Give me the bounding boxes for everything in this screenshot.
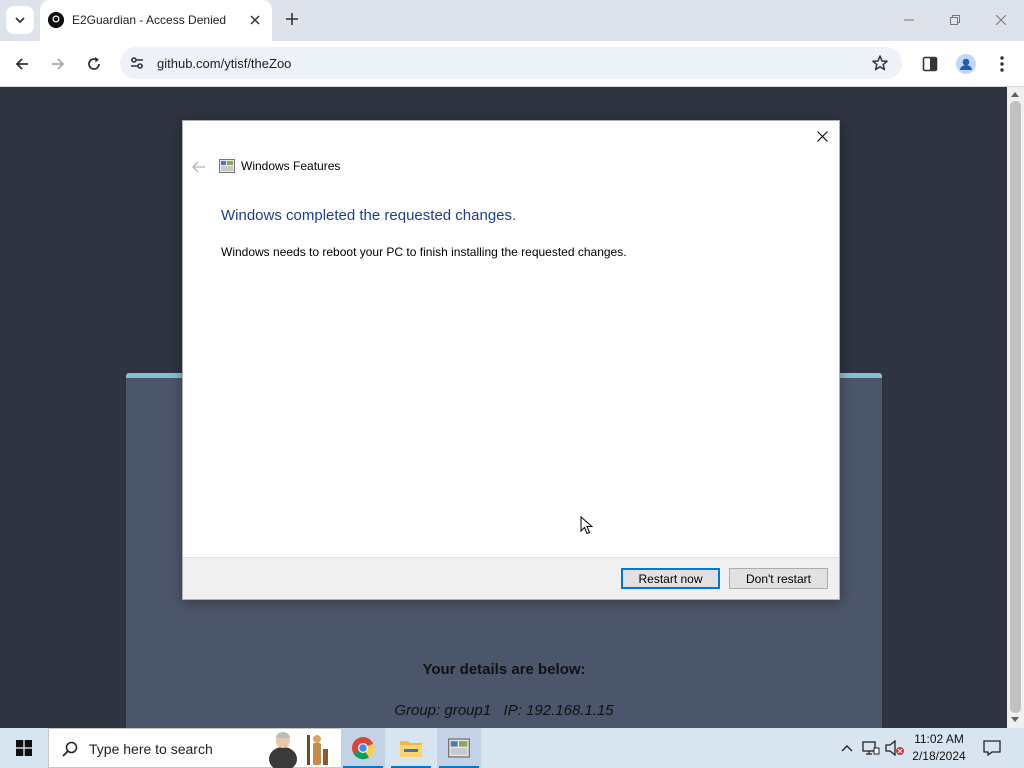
windows-features-dialog: Windows Features Windows completed the r… [182, 120, 840, 600]
new-tab-button[interactable] [282, 9, 302, 29]
windows-features-icon [448, 738, 470, 758]
tab-search-dropdown-button[interactable] [6, 6, 34, 34]
reload-icon [88, 57, 100, 70]
details-line: Group: group1 IP: 192.168.1.15 [394, 702, 614, 719]
search-placeholder: Type here to search [89, 741, 213, 757]
network-tray-button[interactable] [861, 728, 881, 768]
scroll-up-arrow-icon[interactable] [1011, 92, 1019, 97]
minimize-icon [904, 19, 914, 21]
taskbar-search-box[interactable]: Type here to search [48, 728, 344, 768]
mouse-cursor-icon [580, 516, 593, 535]
github-icon [48, 12, 64, 28]
details-heading: Your details are below: [422, 661, 586, 678]
tab-close-button[interactable] [246, 11, 264, 29]
plus-icon [286, 13, 298, 25]
profile-button[interactable] [952, 50, 980, 78]
arrow-right-icon [52, 58, 65, 70]
browser-toolbar: github.com/ytisf/theZoo [0, 41, 1024, 87]
restore-icon [950, 15, 960, 25]
clock-date: 2/18/2024 [912, 749, 966, 763]
search-highlight-illustration-icon [269, 732, 328, 768]
dialog-footer: Restart now Don't restart [183, 557, 839, 599]
volume-tray-button[interactable] [884, 728, 906, 768]
notifications-button[interactable] [980, 736, 1004, 760]
dont-restart-button[interactable]: Don't restart [729, 568, 828, 589]
dialog-message: Windows needs to reboot your PC to finis… [221, 245, 627, 259]
taskbar-file-explorer[interactable] [389, 728, 433, 768]
more-vert-icon [1000, 56, 1004, 72]
bookmark-button[interactable] [870, 53, 890, 73]
tab-title: E2Guardian - Access Denied [72, 13, 227, 27]
side-panel-button[interactable] [916, 50, 944, 78]
arrow-left-icon [192, 161, 205, 173]
tune-icon [131, 57, 143, 69]
clock-time: 11:02 AM [914, 732, 964, 746]
page-scrollbar[interactable] [1007, 87, 1024, 728]
back-button[interactable] [8, 50, 36, 78]
network-icon [862, 741, 880, 755]
restore-button[interactable] [940, 8, 970, 32]
search-icon [61, 740, 79, 758]
notification-icon [983, 740, 1001, 756]
scroll-down-arrow-icon[interactable] [1011, 717, 1019, 722]
dialog-heading: Windows completed the requested changes. [221, 207, 517, 224]
minimize-button[interactable] [894, 8, 924, 32]
address-bar[interactable]: github.com/ytisf/theZoo [120, 47, 902, 79]
menu-button[interactable] [988, 50, 1016, 78]
restart-now-button[interactable]: Restart now [621, 568, 720, 589]
site-info-button[interactable] [128, 54, 146, 72]
file-explorer-icon [400, 741, 422, 757]
chrome-icon [352, 737, 375, 760]
taskbar-chrome[interactable] [341, 728, 385, 768]
scroll-thumb[interactable] [1010, 101, 1021, 713]
taskbar-windows-features[interactable] [437, 728, 481, 768]
reload-button[interactable] [80, 50, 108, 78]
avatar-icon [956, 54, 976, 74]
arrow-left-icon [15, 58, 28, 70]
close-icon [816, 130, 828, 142]
dialog-app-title: Windows Features [241, 159, 341, 173]
taskbar-clock[interactable]: 11:02 AM 2/18/2024 [906, 731, 972, 765]
dialog-close-button[interactable] [811, 127, 833, 145]
chevron-up-icon [841, 745, 853, 752]
windows-features-icon [219, 159, 235, 173]
side-panel-icon [922, 56, 938, 72]
start-button[interactable] [0, 728, 48, 768]
tab-strip: E2Guardian - Access Denied [0, 0, 1024, 41]
close-icon [250, 15, 260, 25]
show-hidden-icons-button[interactable] [838, 728, 856, 768]
dialog-back-button[interactable] [191, 159, 207, 175]
taskbar: Type here to search 11:02 AM 2/18/2024 [0, 728, 1024, 768]
url-text[interactable]: github.com/ytisf/theZoo [157, 56, 291, 71]
chevron-down-icon [15, 17, 25, 24]
close-window-button[interactable] [986, 8, 1016, 32]
browser-tab[interactable]: E2Guardian - Access Denied [40, 0, 272, 41]
volume-muted-icon [885, 740, 904, 756]
windows-logo-icon [16, 740, 32, 756]
forward-button[interactable] [44, 50, 72, 78]
star-icon [872, 55, 888, 71]
close-icon [996, 15, 1006, 25]
